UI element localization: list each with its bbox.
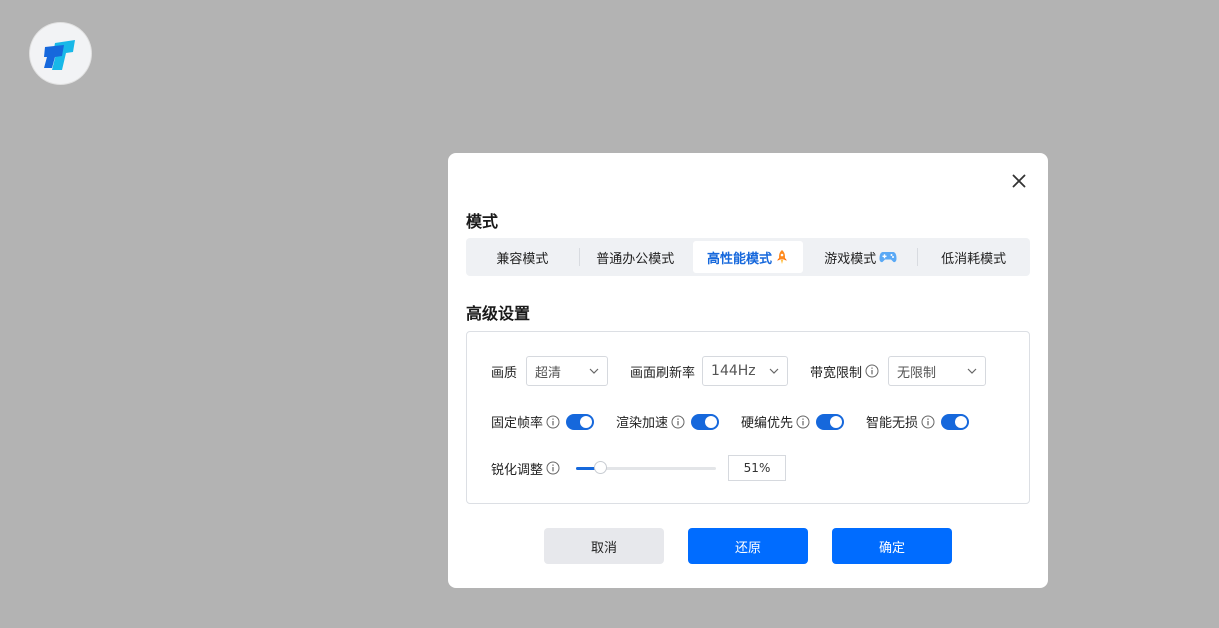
hw-encode-toggle[interactable] xyxy=(816,413,845,430)
info-icon[interactable] xyxy=(546,461,560,475)
sharpen-slider-thumb[interactable] xyxy=(593,460,607,474)
close-button[interactable] xyxy=(1008,170,1030,192)
rocket-icon xyxy=(775,249,789,265)
info-icon[interactable] xyxy=(921,415,935,429)
toggle-row: 固定帧率 渲染加速 硬编优先 智能无损 xyxy=(491,412,970,431)
info-icon[interactable] xyxy=(671,415,685,429)
quality-value: 超清 xyxy=(535,365,562,381)
ok-button[interactable]: 确定 xyxy=(832,528,952,564)
mode-section-title: 模式 xyxy=(466,212,499,231)
hw-encode-label: 硬编优先 xyxy=(741,416,794,431)
tab-label: 普通办公模式 xyxy=(596,251,675,267)
tab-label: 游戏模式 xyxy=(824,251,877,267)
tab-office-mode[interactable]: 普通办公模式 xyxy=(578,241,691,273)
sharpen-label: 锐化调整 xyxy=(491,462,544,478)
tab-label: 低消耗模式 xyxy=(941,251,1007,267)
info-icon[interactable] xyxy=(546,415,560,429)
cancel-button[interactable]: 取消 xyxy=(544,528,664,564)
bandwidth-select[interactable]: 无限制 xyxy=(888,356,987,386)
quality-label: 画质 xyxy=(491,365,518,381)
gamepad-icon xyxy=(879,250,897,264)
app-logo-icon xyxy=(43,39,75,70)
render-accel-toggle[interactable] xyxy=(691,413,720,430)
mode-tabs: 兼容模式 普通办公模式 高性能模式 游戏模式 低消耗模式 xyxy=(466,238,1030,276)
tab-label: 高性能模式 xyxy=(706,251,772,267)
fixed-framerate-label: 固定帧率 xyxy=(491,416,544,431)
tab-compatible-mode[interactable]: 兼容模式 xyxy=(467,241,578,273)
smart-lossless-label: 智能无损 xyxy=(866,416,919,431)
bandwidth-label: 带宽限制 xyxy=(810,365,863,381)
sharpen-value-input[interactable]: 51% xyxy=(728,455,787,481)
reset-button[interactable]: 还原 xyxy=(688,528,808,564)
close-icon xyxy=(1012,174,1026,188)
refresh-rate-select[interactable]: 144Hz xyxy=(702,356,789,386)
tab-label: 兼容模式 xyxy=(496,251,549,267)
render-accel-label: 渲染加速 xyxy=(616,416,669,431)
refresh-rate-value: 144Hz xyxy=(711,363,756,379)
chevron-down-icon xyxy=(589,368,599,374)
tab-game-mode[interactable]: 游戏模式 xyxy=(805,241,916,273)
chevron-down-icon xyxy=(769,368,779,374)
select-row: 画质 超清 画面刷新率 144Hz 带宽限制 无限制 xyxy=(491,356,987,386)
bandwidth-value: 无限制 xyxy=(897,365,937,381)
advanced-settings-dialog: 模式 兼容模式 普通办公模式 高性能模式 游戏模式 低消耗模式 高级设置 画质 … xyxy=(448,153,1048,588)
refresh-rate-label: 画面刷新率 xyxy=(630,365,696,381)
info-icon[interactable] xyxy=(796,415,810,429)
advanced-settings-panel: 画质 超清 画面刷新率 144Hz 带宽限制 无限制 固定帧率 渲染加速 硬编优… xyxy=(466,331,1030,504)
quality-select[interactable]: 超清 xyxy=(526,356,609,386)
info-icon[interactable] xyxy=(865,364,879,378)
app-logo[interactable] xyxy=(30,23,91,84)
tab-high-performance-mode[interactable]: 高性能模式 xyxy=(692,241,804,273)
smart-lossless-toggle[interactable] xyxy=(941,413,970,430)
sharpen-slider[interactable] xyxy=(576,460,717,474)
fixed-framerate-toggle[interactable] xyxy=(566,413,595,430)
advanced-section-title: 高级设置 xyxy=(466,304,531,323)
tab-low-power-mode[interactable]: 低消耗模式 xyxy=(917,241,1029,273)
chevron-down-icon xyxy=(967,368,977,374)
sharpen-row: 锐化调整 51% xyxy=(491,455,787,481)
